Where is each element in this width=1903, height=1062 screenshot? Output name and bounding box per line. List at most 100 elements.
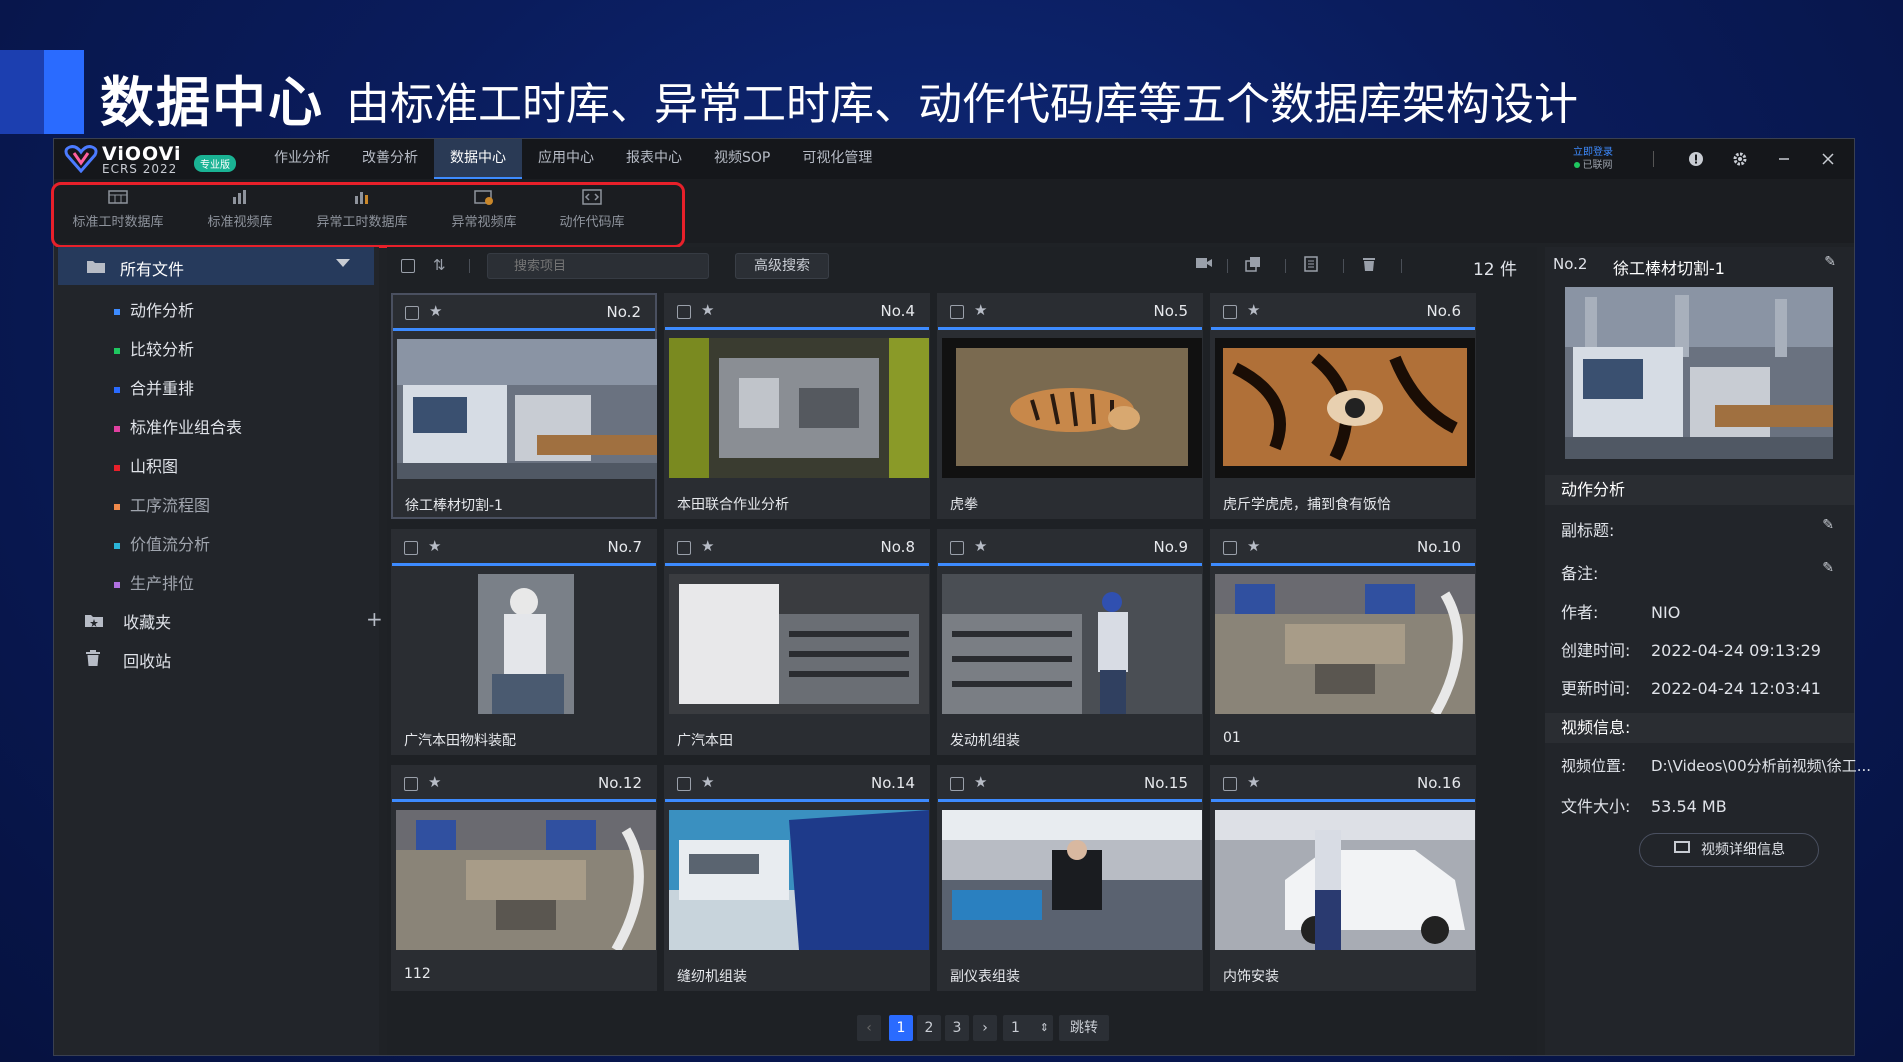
sidebar-item-process-flow[interactable]: 工序流程图 [114, 492, 210, 522]
video-card[interactable]: ★ No.7 广汽本田物料装配 [391, 529, 657, 755]
chevron-down-icon[interactable] [336, 259, 350, 267]
card-thumbnail[interactable] [1215, 574, 1475, 714]
nav-tab-visual-mgmt[interactable]: 可视化管理 [786, 139, 888, 179]
video-card[interactable]: ★ No.16 内饰安装 [1210, 765, 1476, 991]
info-icon[interactable] [1680, 143, 1712, 175]
login-link[interactable]: 立即登录 [1553, 146, 1633, 159]
sidebar-trash[interactable]: 回收站 [84, 648, 171, 678]
page-button-3[interactable]: 3 [945, 1015, 969, 1041]
edit-remark-icon[interactable]: ✎ [1822, 560, 1834, 576]
sort-icon[interactable]: ⇅ [433, 256, 446, 274]
add-favorite-icon[interactable]: + [366, 607, 383, 631]
card-thumbnail[interactable] [1215, 338, 1475, 478]
card-checkbox[interactable] [405, 306, 419, 320]
card-checkbox[interactable] [950, 777, 964, 791]
edit-pencil-icon[interactable]: ✎ [1824, 254, 1836, 270]
card-checkbox[interactable] [1223, 305, 1237, 319]
sidebar-favorites[interactable]: 收藏夹 + [84, 607, 383, 639]
select-all-checkbox[interactable] [401, 259, 415, 273]
video-detail-button[interactable]: 视频详细信息 [1639, 833, 1819, 867]
close-icon[interactable] [1812, 143, 1844, 175]
star-icon[interactable]: ★ [974, 537, 987, 555]
nav-tab-job-analysis[interactable]: 作业分析 [258, 139, 346, 179]
card-checkbox[interactable] [677, 541, 691, 555]
minimize-icon[interactable] [1768, 143, 1800, 175]
star-icon[interactable]: ★ [974, 773, 987, 791]
video-card[interactable]: ★ No.4 本田联合作业分析 [664, 293, 930, 519]
video-card[interactable]: ★ No.6 虎斤学虎虎，捕到食有饭恰 [1210, 293, 1476, 519]
card-thumbnail[interactable] [396, 810, 656, 950]
nav-tab-improvement[interactable]: 改善分析 [346, 139, 434, 179]
sidebar-item-yamazumi[interactable]: 山积图 [114, 453, 178, 483]
card-thumbnail[interactable] [942, 810, 1202, 950]
card-checkbox[interactable] [950, 305, 964, 319]
video-card[interactable]: ★ No.15 副仪表组装 [937, 765, 1203, 991]
sidebar-item-standard-combo[interactable]: 标准作业组合表 [114, 414, 242, 444]
card-thumbnail[interactable] [396, 574, 656, 714]
sidebar-item-compare[interactable]: 比较分析 [114, 336, 194, 366]
page-button-1[interactable]: 1 [889, 1015, 913, 1041]
next-page-icon[interactable]: › [973, 1015, 997, 1041]
sidebar-all-files[interactable]: 所有文件 [58, 247, 374, 285]
card-checkbox[interactable] [677, 777, 691, 791]
star-icon[interactable]: ★ [1247, 301, 1260, 319]
card-title: 虎拳 [950, 497, 978, 513]
star-icon[interactable]: ★ [428, 773, 441, 791]
card-thumbnail[interactable] [669, 810, 929, 950]
star-icon[interactable]: ★ [701, 537, 714, 555]
nav-tab-video-sop[interactable]: 视频SOP [698, 139, 786, 179]
star-icon[interactable]: ★ [1247, 537, 1260, 555]
spinner-icon[interactable]: ⇕ [1040, 1015, 1049, 1041]
created-label: 创建时间: [1561, 641, 1631, 660]
search-input[interactable] [487, 253, 709, 279]
page-jump-input[interactable]: 1 ⇕ [1003, 1015, 1053, 1041]
card-checkbox[interactable] [1223, 541, 1237, 555]
settings-gear-icon[interactable] [1724, 143, 1756, 175]
card-checkbox[interactable] [404, 541, 418, 555]
card-checkbox[interactable] [950, 541, 964, 555]
card-title: 内饰安装 [1223, 969, 1279, 985]
video-card[interactable]: ★ No.5 虎拳 [937, 293, 1203, 519]
page-button-2[interactable]: 2 [917, 1015, 941, 1041]
card-checkbox[interactable] [404, 777, 418, 791]
card-thumbnail[interactable] [669, 338, 929, 478]
video-card[interactable]: ★ No.2 徐工棒材切割-1 [391, 293, 657, 519]
card-checkbox[interactable] [677, 305, 691, 319]
sidebar-item-motion-analysis[interactable]: 动作分析 [114, 297, 194, 327]
video-card[interactable]: ★ No.14 缝纫机组装 [664, 765, 930, 991]
star-icon[interactable]: ★ [701, 773, 714, 791]
nav-tab-reports[interactable]: 报表中心 [610, 139, 698, 179]
sidebar-item-value-stream[interactable]: 价值流分析 [114, 531, 210, 561]
edit-subtitle-icon[interactable]: ✎ [1822, 517, 1834, 533]
jump-button[interactable]: 跳转 [1059, 1015, 1109, 1041]
star-icon[interactable]: ★ [701, 301, 714, 319]
video-card[interactable]: ★ No.10 01 [1210, 529, 1476, 755]
advanced-search-button[interactable]: 高级搜索 [735, 253, 829, 279]
nav-tab-app-center[interactable]: 应用中心 [522, 139, 610, 179]
export-icon[interactable] [1303, 256, 1319, 276]
card-header: ★ No.5 [938, 294, 1202, 330]
card-thumbnail[interactable] [1215, 810, 1475, 950]
card-thumbnail[interactable] [942, 338, 1202, 478]
star-icon[interactable]: ★ [429, 302, 442, 320]
card-number: No.5 [1153, 302, 1188, 320]
card-title: 广汽本田物料装配 [404, 733, 516, 749]
video-card[interactable]: ★ No.12 112 [391, 765, 657, 991]
copy-icon[interactable] [1245, 256, 1261, 276]
video-camera-icon[interactable] [1195, 256, 1213, 274]
sidebar-item-merge[interactable]: 合并重排 [114, 375, 194, 405]
star-icon[interactable]: ★ [1247, 773, 1260, 791]
star-icon[interactable]: ★ [428, 537, 441, 555]
card-thumbnail[interactable] [669, 574, 929, 714]
delete-icon[interactable] [1361, 256, 1377, 276]
nav-tab-data-center[interactable]: 数据中心 [434, 139, 522, 179]
sidebar-item-production-rank[interactable]: 生产排位 [114, 570, 194, 600]
star-icon[interactable]: ★ [974, 301, 987, 319]
video-card[interactable]: ★ No.9 发动机组装 [937, 529, 1203, 755]
card-checkbox[interactable] [1223, 777, 1237, 791]
card-thumbnail[interactable] [942, 574, 1202, 714]
section-motion-analysis: 动作分析 [1545, 475, 1854, 505]
prev-page-icon[interactable]: ‹ [857, 1015, 881, 1041]
video-card[interactable]: ★ No.8 广汽本田 [664, 529, 930, 755]
card-thumbnail[interactable] [397, 339, 657, 479]
